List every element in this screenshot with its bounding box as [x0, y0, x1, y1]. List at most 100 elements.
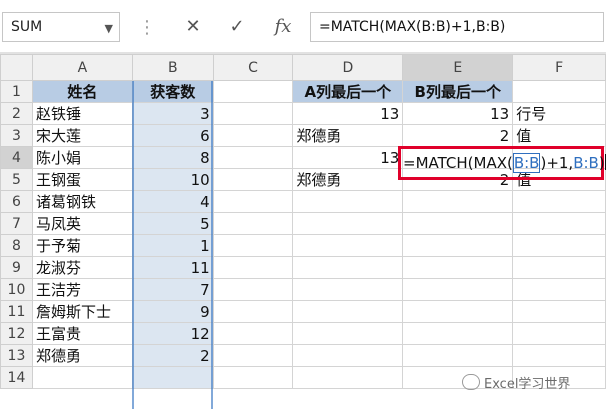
cell-f12[interactable] [512, 322, 606, 345]
cell-d8[interactable] [292, 234, 404, 257]
cell-f6[interactable] [512, 190, 606, 213]
cell-f3[interactable]: 值 [512, 124, 606, 147]
cell-f9[interactable] [512, 256, 606, 279]
row-header[interactable]: 10 [0, 278, 33, 301]
row-header[interactable]: 2 [0, 102, 33, 125]
row-header[interactable]: 13 [0, 344, 33, 367]
column-header-b[interactable]: B [131, 54, 214, 81]
chevron-down-icon[interactable]: ▼ [105, 22, 113, 35]
cell-e3[interactable]: 2 [402, 124, 514, 147]
cell-d13[interactable] [292, 344, 404, 367]
cell-e7[interactable] [402, 212, 514, 235]
cell-d10[interactable] [292, 278, 404, 301]
cell-b12[interactable]: 12 [131, 322, 214, 345]
cell-b10[interactable]: 7 [131, 278, 214, 301]
row-header[interactable]: 6 [0, 190, 33, 213]
cell-f11[interactable] [512, 300, 606, 323]
cell-f10[interactable] [512, 278, 606, 301]
cell-a5[interactable]: 王钢蛋 [31, 168, 133, 191]
cell-a7[interactable]: 马凤英 [31, 212, 133, 235]
row-header[interactable]: 7 [0, 212, 33, 235]
cell-c7[interactable] [212, 212, 294, 235]
cell-b13[interactable]: 2 [131, 344, 214, 367]
cell-d7[interactable] [292, 212, 404, 235]
fx-icon[interactable]: fx [268, 12, 298, 42]
cell-e9[interactable] [402, 256, 514, 279]
cell-b14[interactable] [131, 366, 214, 389]
cell-c8[interactable] [212, 234, 294, 257]
cell-b7[interactable]: 5 [131, 212, 214, 235]
cell-c9[interactable] [212, 256, 294, 279]
cell-a1[interactable]: 姓名 [31, 80, 133, 103]
cell-c2[interactable] [212, 102, 294, 125]
cell-a10[interactable]: 王洁芳 [31, 278, 133, 301]
cell-b5[interactable]: 10 [131, 168, 214, 191]
cell-d2[interactable]: 13 [292, 102, 404, 125]
cell-b8[interactable]: 1 [131, 234, 214, 257]
cell-e6[interactable] [402, 190, 514, 213]
column-header-e[interactable]: E [402, 54, 514, 81]
cell-d6[interactable] [292, 190, 404, 213]
cell-c11[interactable] [212, 300, 294, 323]
row-header[interactable]: 11 [0, 300, 33, 323]
column-header-d[interactable]: D [292, 54, 404, 81]
cell-e2[interactable]: 13 [402, 102, 514, 125]
cell-d9[interactable] [292, 256, 404, 279]
cell-f7[interactable] [512, 212, 606, 235]
cell-f8[interactable] [512, 234, 606, 257]
cell-b2[interactable]: 3 [131, 102, 214, 125]
cell-e12[interactable] [402, 322, 514, 345]
cell-e1[interactable]: B列最后一个 [402, 80, 514, 103]
formula-input[interactable]: =MATCH(MAX(B:B)+1,B:B) [310, 12, 604, 42]
cell-b9[interactable]: 11 [131, 256, 214, 279]
cell-c1[interactable] [212, 80, 294, 103]
cell-b3[interactable]: 6 [131, 124, 214, 147]
cell-d5[interactable]: 郑德勇 [292, 168, 404, 191]
cell-a12[interactable]: 王富贵 [31, 322, 133, 345]
cell-e8[interactable] [402, 234, 514, 257]
row-header[interactable]: 5 [0, 168, 33, 191]
enter-icon[interactable]: ✓ [222, 12, 252, 42]
cell-b4[interactable]: 8 [131, 146, 214, 169]
cancel-icon[interactable]: ✕ [178, 12, 208, 42]
cell-c4[interactable] [212, 146, 294, 169]
cell-a11[interactable]: 詹姆斯下士 [31, 300, 133, 323]
cell-b11[interactable]: 9 [131, 300, 214, 323]
cell-d1[interactable]: A列最后一个 [292, 80, 404, 103]
row-header[interactable]: 12 [0, 322, 33, 345]
cell-d12[interactable] [292, 322, 404, 345]
cell-d3[interactable]: 郑德勇 [292, 124, 404, 147]
cell-a3[interactable]: 宋大莲 [31, 124, 133, 147]
column-header-c[interactable]: C [212, 54, 294, 81]
cell-a4[interactable]: 陈小娟 [31, 146, 133, 169]
column-header-f[interactable]: F [512, 54, 606, 81]
column-header-a[interactable]: A [31, 54, 133, 81]
cell-a2[interactable]: 赵铁锤 [31, 102, 133, 125]
cell-c14[interactable] [212, 366, 294, 389]
cell-a9[interactable]: 龙淑芬 [31, 256, 133, 279]
cell-e13[interactable] [402, 344, 514, 367]
cell-c10[interactable] [212, 278, 294, 301]
select-all-corner[interactable] [0, 54, 33, 81]
cell-a6[interactable]: 诸葛钢铁 [31, 190, 133, 213]
cell-e11[interactable] [402, 300, 514, 323]
cell-a14[interactable] [31, 366, 133, 389]
cell-b6[interactable]: 4 [131, 190, 214, 213]
row-header[interactable]: 4 [0, 146, 33, 169]
cell-d11[interactable] [292, 300, 404, 323]
cell-c3[interactable] [212, 124, 294, 147]
cell-c13[interactable] [212, 344, 294, 367]
cell-f1[interactable] [512, 80, 606, 103]
row-header[interactable]: 1 [0, 80, 33, 103]
cell-d4[interactable]: 13 [292, 146, 404, 169]
drag-handle-icon[interactable]: ⋮ [138, 17, 156, 38]
row-header[interactable]: 3 [0, 124, 33, 147]
row-header[interactable]: 8 [0, 234, 33, 257]
cell-b1[interactable]: 获客数 [131, 80, 214, 103]
cell-a8[interactable]: 于予菊 [31, 234, 133, 257]
cell-a13[interactable]: 郑德勇 [31, 344, 133, 367]
row-header[interactable]: 9 [0, 256, 33, 279]
name-box[interactable]: SUM ▼ [2, 12, 120, 42]
cell-e4-editor[interactable]: =MATCH(MAX(B:B)+1,B:B) [403, 151, 606, 175]
cell-c12[interactable] [212, 322, 294, 345]
